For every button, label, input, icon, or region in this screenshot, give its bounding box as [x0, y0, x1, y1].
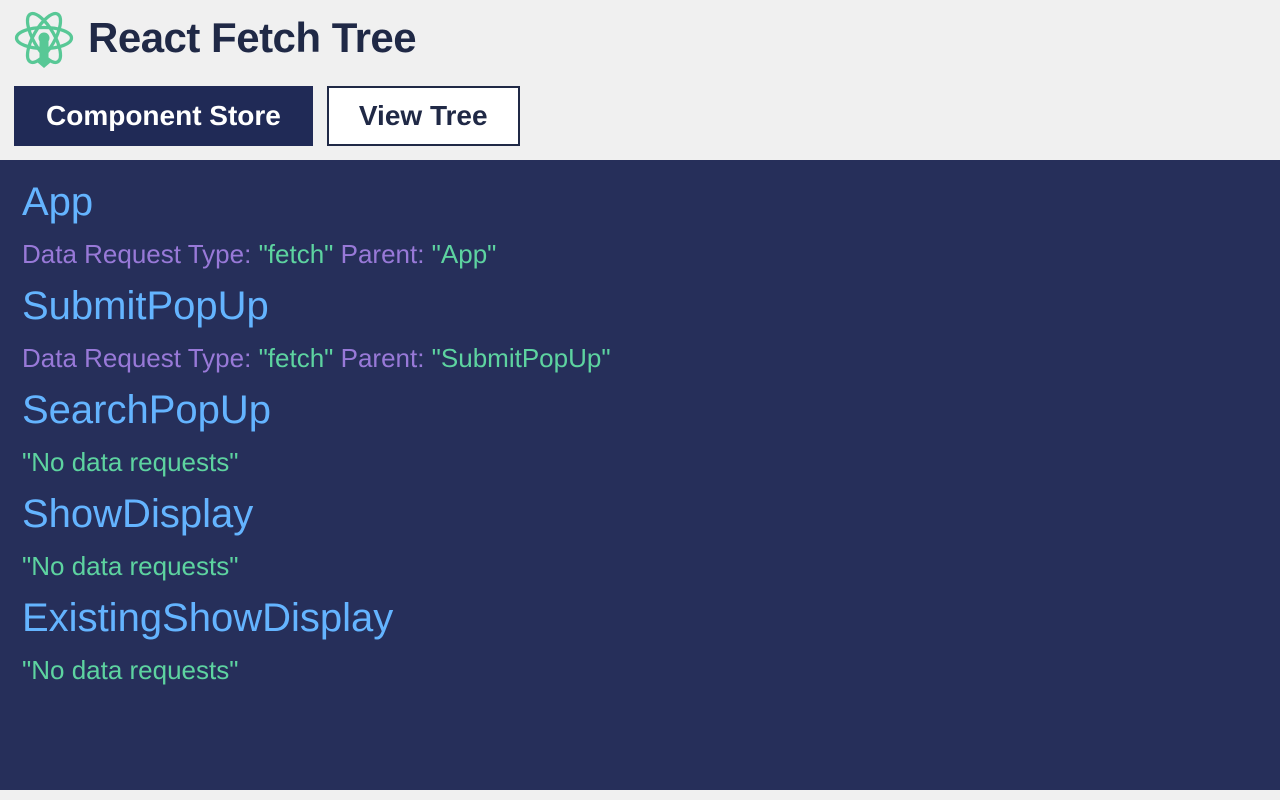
- no-data-requests: "No data requests": [22, 551, 238, 581]
- component-meta: Data Request Type: "fetch" Parent: "Subm…: [22, 343, 1258, 374]
- tab-component-store[interactable]: Component Store: [14, 86, 313, 146]
- no-data-requests: "No data requests": [22, 655, 238, 685]
- header: React Fetch Tree Component Store View Tr…: [0, 0, 1280, 160]
- data-request-type-value: "fetch": [259, 239, 334, 269]
- no-data-requests: "No data requests": [22, 447, 238, 477]
- component-name: SubmitPopUp: [22, 284, 1258, 329]
- component-name: ExistingShowDisplay: [22, 596, 1258, 641]
- data-request-type-label: Data Request Type:: [22, 239, 259, 269]
- component-entry: App Data Request Type: "fetch" Parent: "A…: [22, 180, 1258, 270]
- component-name: ShowDisplay: [22, 492, 1258, 537]
- component-meta: "No data requests": [22, 655, 1258, 686]
- component-name: SearchPopUp: [22, 388, 1258, 433]
- component-entry: ExistingShowDisplay "No data requests": [22, 596, 1258, 686]
- parent-label: Parent:: [333, 343, 431, 373]
- parent-label: Parent:: [333, 239, 431, 269]
- component-entry: ShowDisplay "No data requests": [22, 492, 1258, 582]
- title-row: React Fetch Tree: [14, 8, 1266, 68]
- parent-value: "SubmitPopUp": [432, 343, 611, 373]
- tab-view-tree[interactable]: View Tree: [327, 86, 520, 146]
- tab-row: Component Store View Tree: [14, 86, 1266, 146]
- component-meta: Data Request Type: "fetch" Parent: "App": [22, 239, 1258, 270]
- react-logo-icon: [14, 8, 74, 68]
- component-meta: "No data requests": [22, 447, 1258, 478]
- app-title: React Fetch Tree: [88, 14, 416, 62]
- component-entry: SearchPopUp "No data requests": [22, 388, 1258, 478]
- component-entry: SubmitPopUp Data Request Type: "fetch" Pa…: [22, 284, 1258, 374]
- data-request-type-label: Data Request Type:: [22, 343, 259, 373]
- data-request-type-value: "fetch": [259, 343, 334, 373]
- component-store-panel: App Data Request Type: "fetch" Parent: "A…: [0, 160, 1280, 790]
- component-name: App: [22, 180, 1258, 225]
- component-meta: "No data requests": [22, 551, 1258, 582]
- parent-value: "App": [432, 239, 497, 269]
